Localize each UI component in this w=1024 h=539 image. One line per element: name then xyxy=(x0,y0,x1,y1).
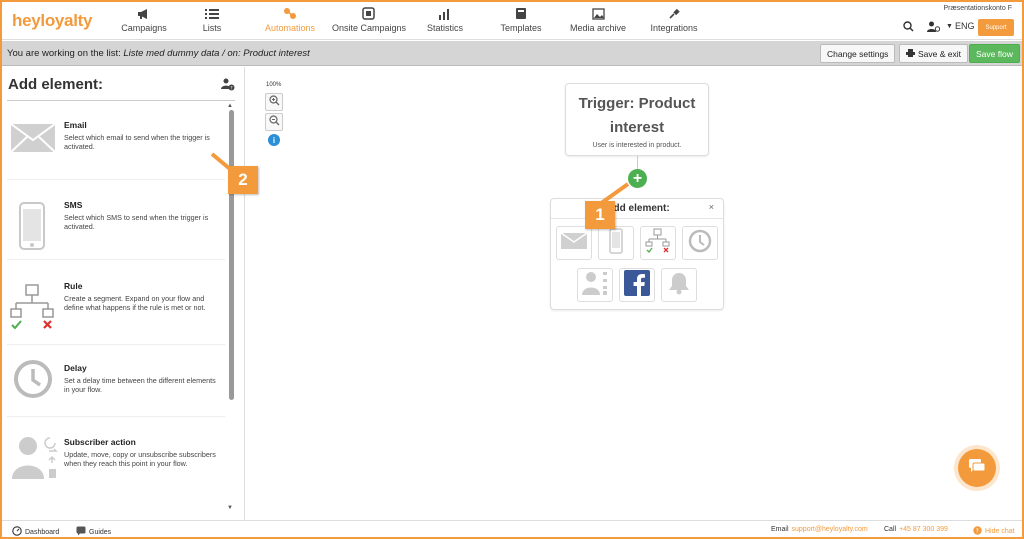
account-name[interactable]: Præsentationskonto F xyxy=(944,5,1012,12)
support-button[interactable]: Support xyxy=(978,19,1014,36)
zoom-out-icon xyxy=(268,113,280,131)
nav-lists[interactable]: Lists xyxy=(190,6,234,36)
save-flow-button[interactable]: Save flow xyxy=(969,44,1020,63)
top-navigation: heyloyalty Campaigns Lists Automations O… xyxy=(2,2,1022,40)
save-exit-button[interactable]: Save & exit xyxy=(899,44,968,63)
email-icon xyxy=(560,231,588,255)
step-badge-1: 1 xyxy=(585,201,615,229)
nav-campaigns[interactable]: Campaigns xyxy=(114,6,174,36)
element-email[interactable]: Email Select which email to send when th… xyxy=(7,112,225,180)
flow-name: Product interest xyxy=(243,48,310,59)
footer-email: Email support@heyloyalty.com xyxy=(771,526,868,533)
svg-text:?: ? xyxy=(976,528,979,535)
email-icon xyxy=(10,122,56,159)
trigger-title: Trigger: Product interest xyxy=(578,95,696,136)
clock-icon xyxy=(688,229,712,258)
change-settings-button[interactable]: Change settings xyxy=(820,44,896,63)
nav-statistics[interactable]: Statistics xyxy=(420,6,470,36)
subscriber-action-icon xyxy=(10,435,60,486)
logo[interactable]: heyloyalty xyxy=(12,11,92,31)
support-phone-link[interactable]: +45 87 300 399 xyxy=(899,526,948,533)
nav-templates[interactable]: Templates xyxy=(496,6,546,36)
list-name: Liste med dummy data xyxy=(123,48,220,59)
rule-icon xyxy=(645,228,671,259)
badge-2-arrow xyxy=(210,152,236,176)
phone-icon xyxy=(609,227,623,259)
element-sms[interactable]: SMS Select which SMS to send when the tr… xyxy=(7,192,225,260)
rule-icon xyxy=(10,283,58,336)
info-icon[interactable]: i xyxy=(268,134,280,146)
chat-icon xyxy=(969,458,986,478)
nav-media-archive[interactable]: Media archive xyxy=(568,6,628,36)
element-rule[interactable]: Rule Create a segment. Expand on your fl… xyxy=(7,273,225,345)
element-subscriber-action[interactable]: Subscriber action Update, move, copy or … xyxy=(7,429,225,501)
scroll-up-arrow[interactable]: ▲ xyxy=(227,103,233,109)
language-selector[interactable]: ▼ ENG xyxy=(946,21,974,31)
facebook-icon xyxy=(624,269,650,301)
popup-notification-option[interactable] xyxy=(661,268,697,302)
megaphone-icon xyxy=(114,6,174,21)
working-bar: You are working on the list: Liste med d… xyxy=(2,41,1022,66)
clock-icon xyxy=(13,359,53,404)
footer-guides-link[interactable]: Guides xyxy=(76,526,111,537)
search-icon[interactable] xyxy=(903,21,914,34)
zoom-out-button[interactable] xyxy=(265,113,283,131)
working-on-text: You are working on the list: Liste med d… xyxy=(7,48,310,59)
onsite-icon xyxy=(332,6,404,21)
divider xyxy=(7,100,235,101)
popup-email-option[interactable] xyxy=(556,226,592,260)
popup-sms-option[interactable] xyxy=(598,226,634,260)
zoom-in-button[interactable] xyxy=(265,93,283,111)
support-email-link[interactable]: support@heyloyalty.com xyxy=(792,526,868,533)
popup-facebook-option[interactable] xyxy=(619,268,655,302)
popup-rule-option[interactable] xyxy=(640,226,676,260)
bell-icon xyxy=(668,271,690,300)
plug-icon xyxy=(646,6,702,21)
user-help-icon[interactable]: ? xyxy=(221,78,235,96)
list-icon xyxy=(190,6,234,21)
trigger-node[interactable]: Trigger: Product interest User is intere… xyxy=(565,83,709,156)
zoom-level: 100% xyxy=(266,82,282,88)
sidebar-title: Add element: xyxy=(8,76,104,93)
footer-phone: Call +45 87 300 399 xyxy=(884,526,948,533)
footer-dashboard-link[interactable]: Dashboard xyxy=(12,526,59,537)
element-delay[interactable]: Delay Set a delay time between the diffe… xyxy=(7,355,225,417)
flow-connector xyxy=(637,156,638,170)
phone-icon xyxy=(19,202,45,255)
add-element-sidebar: Add element: ? Email Select which email … xyxy=(2,67,245,520)
popup-delay-option[interactable] xyxy=(682,226,718,260)
caret-down-icon: ▼ xyxy=(946,22,953,30)
popup-title: Add element: xyxy=(606,203,670,214)
scroll-down-arrow[interactable]: ▼ xyxy=(227,505,233,511)
badge-1-arrow xyxy=(600,182,630,204)
zoom-in-icon xyxy=(268,93,280,111)
automation-icon xyxy=(260,6,320,21)
subscriber-action-icon xyxy=(581,270,609,301)
guides-icon xyxy=(76,526,86,537)
add-element-popup: Add element: × xyxy=(550,198,724,310)
help-icon: ? xyxy=(973,526,982,537)
chat-button[interactable] xyxy=(958,449,996,487)
nav-integrations[interactable]: Integrations xyxy=(646,6,702,36)
popup-close-button[interactable]: × xyxy=(709,202,714,212)
trigger-description: User is interested in product. xyxy=(592,142,682,149)
image-icon xyxy=(568,6,628,21)
statistics-icon xyxy=(420,6,470,21)
footer: Dashboard Guides Email support@heyloyalt… xyxy=(2,520,1022,537)
hide-chat-link[interactable]: ? Hide chat xyxy=(973,526,1015,537)
printer-icon xyxy=(906,48,915,59)
popup-subscriber-action-option[interactable] xyxy=(577,268,613,302)
dashboard-icon xyxy=(12,526,22,537)
template-icon xyxy=(496,6,546,21)
nav-automations[interactable]: Automations xyxy=(260,6,320,36)
divider xyxy=(551,218,723,219)
user-settings-icon[interactable] xyxy=(927,21,941,34)
nav-onsite-campaigns[interactable]: Onsite Campaigns xyxy=(332,6,406,36)
app-window: heyloyalty Campaigns Lists Automations O… xyxy=(0,0,1024,539)
